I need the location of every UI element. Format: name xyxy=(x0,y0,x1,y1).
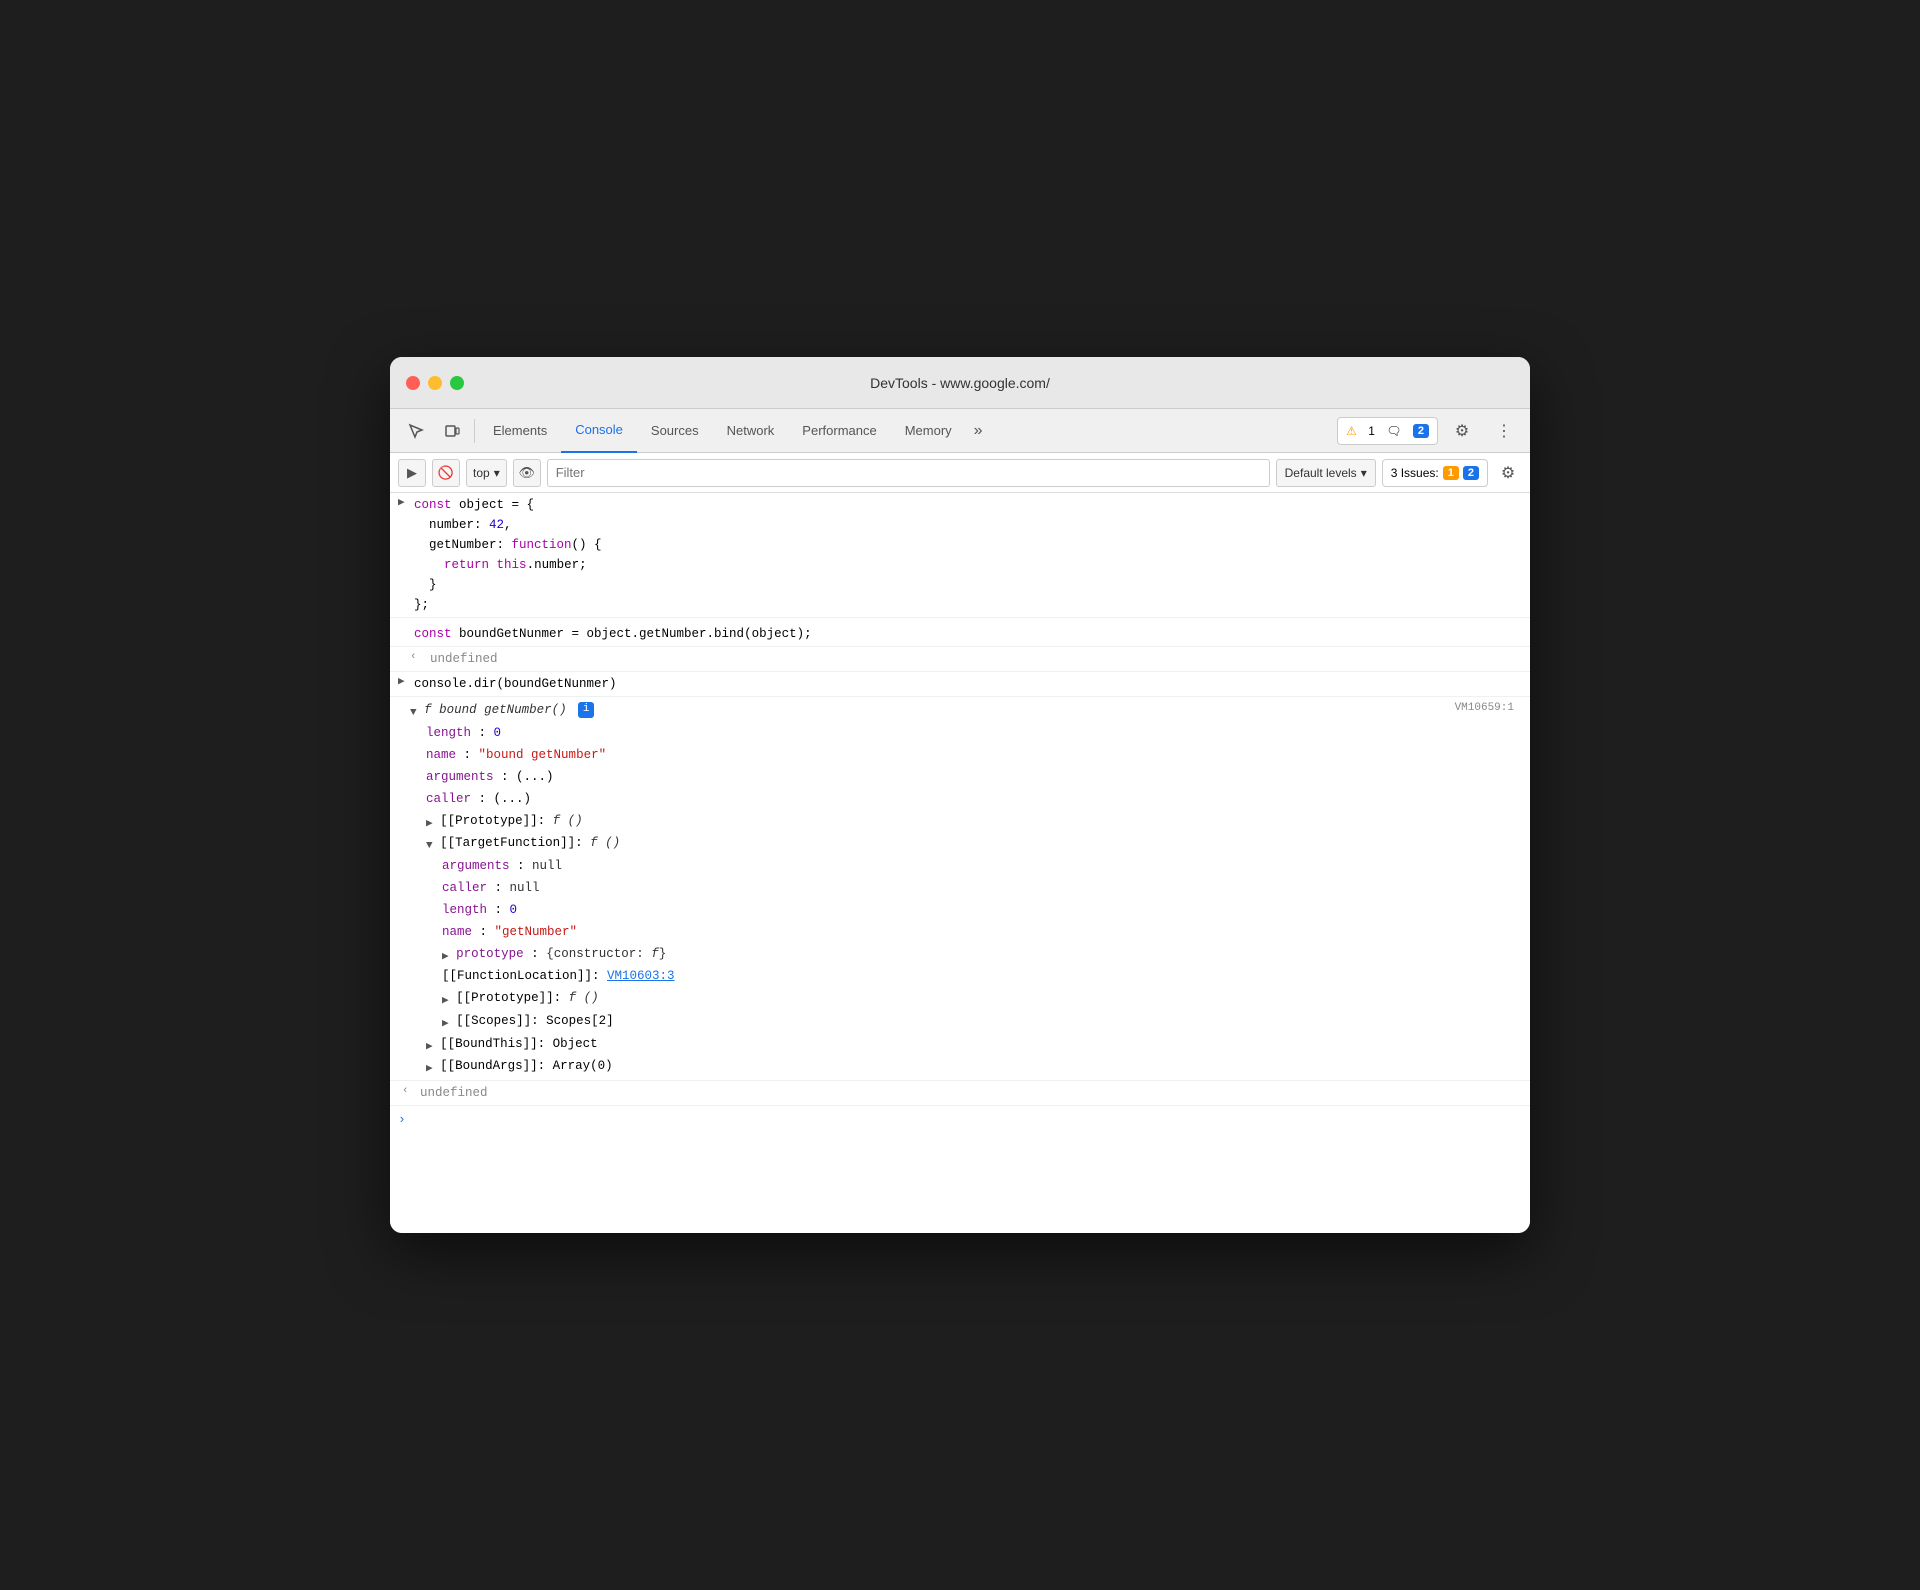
console-toolbar: ▶ 🚫 top ▾ 👁 Default levels ▾ 3 Issues: 1… xyxy=(390,453,1530,493)
tree-functionlocation: [[FunctionLocation]]: VM10603:3 xyxy=(410,965,1530,987)
issues-text: 3 Issues: xyxy=(1391,466,1439,480)
boundthis-arrow[interactable] xyxy=(426,1041,433,1053)
tree-tf-arguments: arguments : null xyxy=(410,855,1530,877)
dropdown-arrow-icon: ▾ xyxy=(494,466,500,480)
tab-performance[interactable]: Performance xyxy=(788,409,890,453)
context-label: top xyxy=(473,466,490,480)
entry-arrow-3[interactable] xyxy=(398,674,405,692)
console-settings-button[interactable]: ⚙ xyxy=(1494,459,1522,487)
tab-network[interactable]: Network xyxy=(713,409,789,453)
device-toolbar-button[interactable] xyxy=(434,413,470,449)
tab-separator xyxy=(474,419,475,443)
levels-arrow-icon: ▾ xyxy=(1361,466,1367,480)
context-selector[interactable]: top ▾ xyxy=(466,459,507,487)
inspect-element-button[interactable] xyxy=(398,413,434,449)
tree-nested-prototype: [[Prototype]]: f () xyxy=(410,987,1530,1010)
tree-targetfunction: [[TargetFunction]]: f () xyxy=(410,832,1530,855)
devtools-tabbar: Elements Console Sources Network Perform… xyxy=(390,409,1530,453)
tree-tf-prototype: prototype : {constructor: f} xyxy=(410,943,1530,966)
result-arrow-2: ‹ xyxy=(402,1083,409,1101)
issues-badge[interactable]: ⚠ 1 🗨 2 xyxy=(1337,417,1438,445)
vm-link-1[interactable]: VM10659:1 xyxy=(1455,700,1514,718)
console-entry-input-3: console.dir(boundGetNunmer) xyxy=(390,672,1530,697)
result-arrow-1: ‹ xyxy=(410,649,417,667)
tree-caller: caller : (...) xyxy=(410,788,1530,810)
tree-length: length : 0 xyxy=(410,722,1530,744)
toolbar-issues-badge[interactable]: 3 Issues: 1 2 xyxy=(1382,459,1488,487)
tree-name: name : "bound getNumber" xyxy=(410,744,1530,766)
tab-elements[interactable]: Elements xyxy=(479,409,561,453)
tree-tf-caller: caller : null xyxy=(410,877,1530,899)
levels-label: Default levels xyxy=(1285,466,1357,480)
tree-tf-name: name : "getNumber" xyxy=(410,921,1530,943)
tf-proto-arrow[interactable] xyxy=(442,951,449,963)
clear-button[interactable]: 🚫 xyxy=(432,459,460,487)
tree-scopes: [[Scopes]]: Scopes[2] xyxy=(410,1010,1530,1033)
filter-input[interactable] xyxy=(547,459,1270,487)
console-prompt[interactable]: › xyxy=(390,1106,1530,1114)
issues-sep: 🗨 xyxy=(1386,424,1401,438)
warn-badge-toolbar: 1 xyxy=(1443,466,1459,480)
tree-arguments: arguments : (...) xyxy=(410,766,1530,788)
devtools-window: DevTools - www.google.com/ Elements Cons… xyxy=(390,357,1530,1233)
tree-prototype: [[Prototype]]: f () xyxy=(410,810,1530,833)
targetfunction-arrow[interactable] xyxy=(426,840,433,852)
eye-button[interactable]: 👁 xyxy=(513,459,541,487)
info-icon[interactable]: i xyxy=(578,702,594,718)
console-result-1: ‹ undefined xyxy=(390,647,1530,672)
console-result-2: ‹ undefined xyxy=(390,1081,1530,1106)
more-tabs-button[interactable]: » xyxy=(966,422,991,440)
titlebar: DevTools - www.google.com/ xyxy=(390,357,1530,409)
console-tree-output: f bound getNumber() i VM10659:1 length :… xyxy=(390,697,1530,1081)
tree-tf-length: length : 0 xyxy=(410,899,1530,921)
more-options-button[interactable]: ⋮ xyxy=(1486,413,1522,449)
tree-boundthis: [[BoundThis]]: Object xyxy=(410,1033,1530,1056)
tree-root: f bound getNumber() i VM10659:1 xyxy=(410,699,1530,722)
issues-icon: ⚠ xyxy=(1346,424,1357,438)
prototype-arrow[interactable] xyxy=(426,818,433,830)
prompt-arrow-icon: › xyxy=(398,1110,406,1131)
info-badge-toolbar: 2 xyxy=(1463,466,1479,480)
console-entry-input-1: const object = { number: 42, getNumber: … xyxy=(390,493,1530,618)
tree-root-arrow[interactable] xyxy=(410,707,417,719)
nested-proto-arrow[interactable] xyxy=(442,995,449,1007)
close-button[interactable] xyxy=(406,376,420,390)
scopes-arrow[interactable] xyxy=(442,1018,449,1030)
info-count-tab: 2 xyxy=(1413,424,1429,438)
boundargs-arrow[interactable] xyxy=(426,1063,433,1075)
tree-boundargs: [[BoundArgs]]: Array(0) xyxy=(410,1055,1530,1078)
window-title: DevTools - www.google.com/ xyxy=(870,375,1050,391)
minimize-button[interactable] xyxy=(428,376,442,390)
vm-link-2[interactable]: VM10603:3 xyxy=(607,969,675,983)
execute-button[interactable]: ▶ xyxy=(398,459,426,487)
console-entry-input-2: const boundGetNunmer = object.getNumber.… xyxy=(390,618,1530,647)
tab-sources[interactable]: Sources xyxy=(637,409,713,453)
tab-console[interactable]: Console xyxy=(561,409,637,453)
traffic-lights xyxy=(406,376,464,390)
console-body: const object = { number: 42, getNumber: … xyxy=(390,493,1530,1233)
settings-button[interactable]: ⚙ xyxy=(1444,413,1480,449)
issues-count: 1 xyxy=(1368,424,1375,438)
entry-arrow-1[interactable] xyxy=(398,495,405,513)
log-levels-selector[interactable]: Default levels ▾ xyxy=(1276,459,1376,487)
maximize-button[interactable] xyxy=(450,376,464,390)
tab-memory[interactable]: Memory xyxy=(891,409,966,453)
tab-right-actions: ⚠ 1 🗨 2 ⚙ ⋮ xyxy=(1337,413,1522,449)
